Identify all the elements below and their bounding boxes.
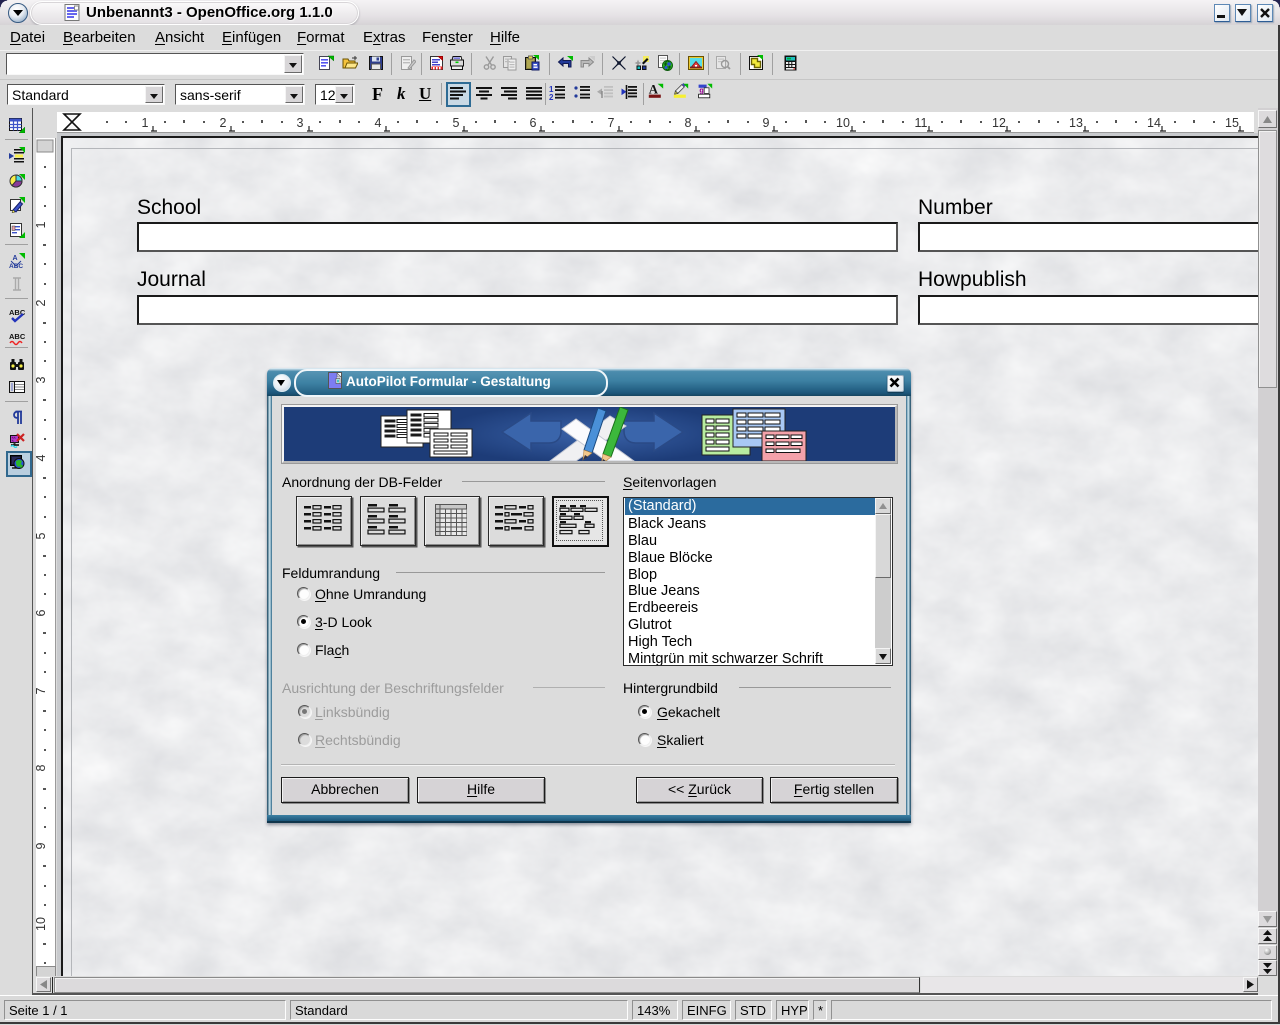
- svg-text:4: 4: [375, 116, 382, 130]
- svg-text:11: 11: [915, 116, 928, 130]
- svg-text:1: 1: [142, 116, 149, 130]
- svg-text:6: 6: [36, 609, 48, 616]
- svg-text:10: 10: [836, 116, 850, 130]
- svg-text:ABC: ABC: [9, 332, 25, 341]
- svg-text:15: 15: [1225, 116, 1239, 130]
- svg-text:2: 2: [549, 93, 554, 101]
- svg-text:12: 12: [992, 116, 1006, 130]
- svg-text:9: 9: [36, 842, 48, 849]
- svg-text:9: 9: [763, 116, 770, 130]
- svg-text:3: 3: [36, 376, 48, 383]
- svg-text:2: 2: [36, 299, 48, 306]
- svg-text:8: 8: [685, 116, 692, 130]
- svg-text:2: 2: [220, 116, 227, 130]
- svg-text:13: 13: [1069, 116, 1083, 130]
- svg-text:5: 5: [36, 532, 48, 539]
- svg-text:5: 5: [453, 116, 460, 130]
- svg-text:7: 7: [608, 116, 615, 130]
- svg-text:4: 4: [36, 454, 48, 461]
- svg-text:1: 1: [36, 221, 48, 228]
- svg-text:8: 8: [36, 764, 48, 771]
- svg-text:7: 7: [36, 687, 48, 694]
- svg-text:3: 3: [297, 116, 304, 130]
- svg-text:A: A: [649, 83, 659, 96]
- svg-text:14: 14: [1147, 116, 1161, 130]
- svg-text:10: 10: [36, 917, 48, 931]
- svg-text:g: g: [699, 86, 703, 95]
- svg-text:A: A: [13, 255, 18, 262]
- svg-text:6: 6: [530, 116, 537, 130]
